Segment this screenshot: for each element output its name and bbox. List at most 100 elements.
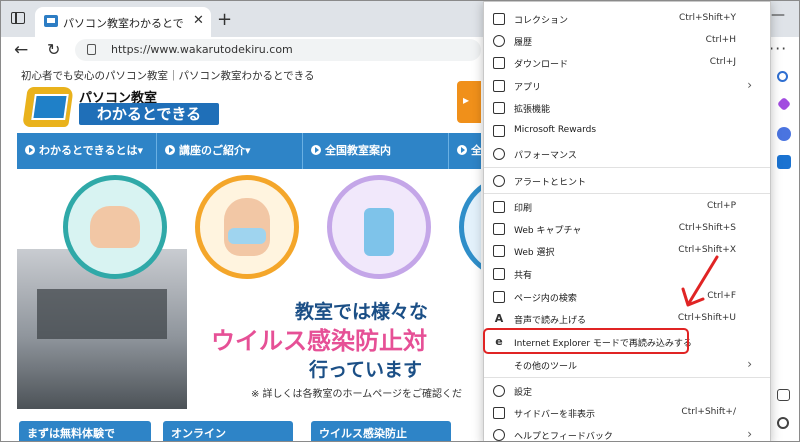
reload-icon[interactable]: ↻	[47, 40, 60, 59]
mask-illustration	[195, 175, 299, 279]
read-aloud-icon: A	[494, 312, 504, 325]
logo-mark-icon	[22, 87, 74, 127]
menu-item-extensions[interactable]: 拡張機能	[484, 97, 770, 119]
lock-icon[interactable]	[87, 44, 96, 55]
menu-item-label: Web 選択	[514, 248, 555, 258]
nav-label: 全国教室案内	[325, 144, 391, 157]
menu-item-print[interactable]: 印刷 Ctrl+P	[484, 196, 770, 218]
hero-heading-line2: ウイルス感染防止対	[211, 327, 427, 355]
site-tagline: 初心者でも安心のパソコン教室｜パソコン教室わかるとできる	[21, 70, 315, 82]
card-infection-prevention[interactable]: ウイルス感染防止	[311, 421, 451, 441]
tab-close-icon[interactable]: ✕	[193, 13, 204, 28]
browser-tab[interactable]: パソコン教室わかるとできる｜初心者 ✕	[35, 7, 211, 37]
sidebar-icon	[493, 407, 505, 419]
menu-item-label: ヘルプとフィードバック	[514, 432, 613, 442]
tab-actions-icon[interactable]	[11, 12, 25, 24]
address-bar[interactable]: https://www.wakarutodekiru.com	[75, 39, 481, 61]
nav-item-courses[interactable]: 講座のご紹介▾	[157, 133, 303, 169]
spray-bottle-icon	[364, 208, 394, 256]
menu-item-shortcut: Ctrl+H	[705, 35, 736, 45]
mask-icon	[224, 198, 270, 256]
menu-item-label: Web キャプチャ	[514, 226, 582, 236]
share-icon	[493, 268, 505, 280]
search-icon[interactable]	[777, 71, 788, 82]
menu-item-web-capture[interactable]: Web キャプチャ Ctrl+Shift+S	[484, 218, 770, 240]
site-logo[interactable]: パソコン教室 わかるとできる	[22, 85, 225, 131]
card-online[interactable]: オンライン	[163, 421, 293, 441]
card-free-trial[interactable]: まずは無料体験で	[19, 421, 151, 441]
menu-item-label: 履歴	[514, 38, 533, 48]
menu-item-label: アラートとヒント	[514, 178, 587, 188]
header-cta-button[interactable]	[457, 81, 481, 123]
menu-separator	[484, 167, 770, 168]
menu-item-shortcut: Ctrl+P	[707, 201, 736, 211]
menu-item-label: ページ内の検索	[514, 294, 577, 304]
nav-item-locations[interactable]: 全国教室案内	[303, 133, 449, 169]
web-page: 初心者でも安心のパソコン教室｜パソコン教室わかるとできる パソコン教室 わかると…	[17, 65, 481, 441]
nav-arrow-icon	[25, 145, 35, 155]
nav-label: 講座のご紹介▾	[179, 144, 251, 157]
menu-item-downloads[interactable]: ダウンロード Ctrl+J	[484, 52, 770, 74]
menu-item-history[interactable]: 履歴 Ctrl+H	[484, 30, 770, 52]
nav-label: 全	[471, 144, 481, 157]
menu-item-label: その他のツール	[514, 362, 578, 372]
help-icon	[493, 429, 505, 441]
menu-item-read-aloud[interactable]: A 音声で読み上げる Ctrl+Shift+U	[484, 308, 770, 330]
nav-item-more[interactable]: 全	[449, 133, 481, 169]
nav-arrow-icon	[311, 145, 321, 155]
gear-icon[interactable]	[777, 417, 789, 429]
new-tab-button[interactable]: +	[217, 9, 232, 30]
menu-item-label: 共有	[514, 271, 533, 281]
performance-icon	[493, 148, 505, 160]
back-arrow-icon[interactable]: ←	[14, 40, 28, 60]
nav-label: わかるとできるとは▾	[39, 144, 143, 157]
menu-item-label: ダウンロード	[514, 60, 569, 70]
menu-item-shortcut: Ctrl+Shift+S	[678, 223, 736, 233]
menu-item-label: Microsoft Rewards	[514, 125, 597, 135]
rewards-icon	[493, 125, 505, 137]
fourth-illustration	[459, 175, 481, 279]
menu-item-alerts[interactable]: アラートとヒント	[484, 170, 770, 192]
copilot-icon[interactable]	[776, 96, 792, 112]
menu-item-collections[interactable]: コレクション Ctrl+Shift+Y	[484, 8, 770, 30]
menu-item-settings[interactable]: 設定	[484, 380, 770, 402]
minimize-icon[interactable]: —	[771, 7, 785, 23]
menu-item-apps[interactable]: アプリ ›	[484, 75, 770, 97]
handwash-illustration	[63, 175, 167, 279]
url-text[interactable]: https://www.wakarutodekiru.com	[111, 43, 293, 56]
outlook-icon[interactable]	[777, 155, 791, 169]
capture-icon	[493, 223, 505, 235]
bell-icon	[493, 175, 505, 187]
nav-arrow-icon	[457, 145, 467, 155]
more-menu-icon[interactable]: ···	[769, 39, 787, 58]
disinfect-illustration	[327, 175, 431, 279]
browser-settings-menu: コレクション Ctrl+Shift+Y 履歴 Ctrl+H ダウンロード Ctr…	[483, 1, 771, 442]
menu-item-label: 音声で読み上げる	[514, 316, 587, 326]
nav-item-about[interactable]: わかるとできるとは▾	[17, 133, 157, 169]
menu-item-label: 印刷	[514, 204, 533, 214]
menu-item-performance[interactable]: パフォーマンス	[484, 143, 770, 165]
menu-item-label: サイドバーを非表示	[514, 410, 596, 420]
nav-arrow-icon	[165, 145, 175, 155]
menu-separator	[484, 377, 770, 378]
menu-item-help[interactable]: ヘルプとフィードバック ›	[484, 424, 770, 442]
menu-item-share[interactable]: 共有	[484, 263, 770, 285]
site-favicon-icon	[44, 15, 58, 27]
sidebar-panel-icon[interactable]	[777, 389, 790, 401]
hero-banner[interactable]: 教室では様々な ウイルス感染防止対 行っています ※ 詳しくは各教室のホームペー…	[17, 169, 481, 409]
collections-icon	[493, 13, 505, 25]
site-nav: わかるとできるとは▾ 講座のご紹介▾ 全国教室案内 全	[17, 133, 481, 169]
menu-item-find[interactable]: ページ内の検索 Ctrl+F	[484, 286, 770, 308]
select-icon	[493, 245, 505, 257]
apps-icon	[493, 80, 505, 92]
browser-window: パソコン教室わかるとできる｜初心者 ✕ + — ← ↻ https://www.…	[0, 0, 800, 442]
print-icon	[493, 201, 505, 213]
menu-item-web-select[interactable]: Web 選択 Ctrl+Shift+X	[484, 240, 770, 262]
menu-item-rewards[interactable]: Microsoft Rewards	[484, 120, 770, 142]
download-icon	[493, 57, 505, 69]
microsoft365-icon[interactable]	[777, 127, 791, 141]
menu-item-more-tools[interactable]: その他のツール ›	[484, 354, 770, 376]
menu-item-hide-sidebar[interactable]: サイドバーを非表示 Ctrl+Shift+/	[484, 402, 770, 424]
hero-heading-line3: 行っています	[309, 359, 423, 381]
gear-icon	[493, 385, 505, 397]
